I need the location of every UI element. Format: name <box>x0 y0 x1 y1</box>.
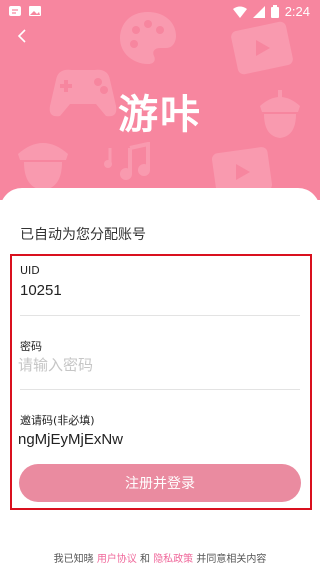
agreement-footer: 我已知晓 用户协议 和 隐私政策 并同意相关内容 <box>0 550 320 565</box>
chevron-left-icon <box>17 29 26 43</box>
privacy-policy-link[interactable]: 隐私政策 <box>153 554 193 565</box>
uid-label: UID <box>20 264 40 277</box>
battery-icon <box>270 5 279 18</box>
user-agreement-link[interactable]: 用户协议 <box>97 554 137 565</box>
music-note-icon-2 <box>104 148 112 168</box>
invite-code-input[interactable] <box>18 428 300 450</box>
password-label: 密码 <box>20 340 42 353</box>
music-note-icon <box>120 142 150 180</box>
signal-icon <box>252 5 265 18</box>
password-input[interactable] <box>18 354 300 376</box>
acorn-icon-2 <box>18 143 68 190</box>
uid-value: 10251 <box>20 282 62 299</box>
status-time: 2:24 <box>284 4 310 19</box>
notification-icon <box>9 6 21 16</box>
wifi-icon <box>232 6 247 18</box>
footer-prefix: 我已知晓 <box>53 554 94 565</box>
footer-suffix: 并同意相关内容 <box>196 554 267 565</box>
header-banner: 2:24 游咔 <box>0 0 320 200</box>
video-icon <box>231 21 293 75</box>
status-bar: 2:24 <box>0 0 320 24</box>
image-icon <box>29 6 41 16</box>
app-title: 游咔 <box>118 92 202 138</box>
register-login-button[interactable]: 注册并登录 <box>19 464 301 502</box>
invite-code-label: 邀请码(非必填) <box>20 414 95 427</box>
account-assigned-text: 已自动为您分配账号 <box>20 227 146 243</box>
divider <box>20 389 300 390</box>
back-button[interactable] <box>10 24 34 48</box>
footer-and: 和 <box>140 554 150 565</box>
divider <box>20 315 300 316</box>
